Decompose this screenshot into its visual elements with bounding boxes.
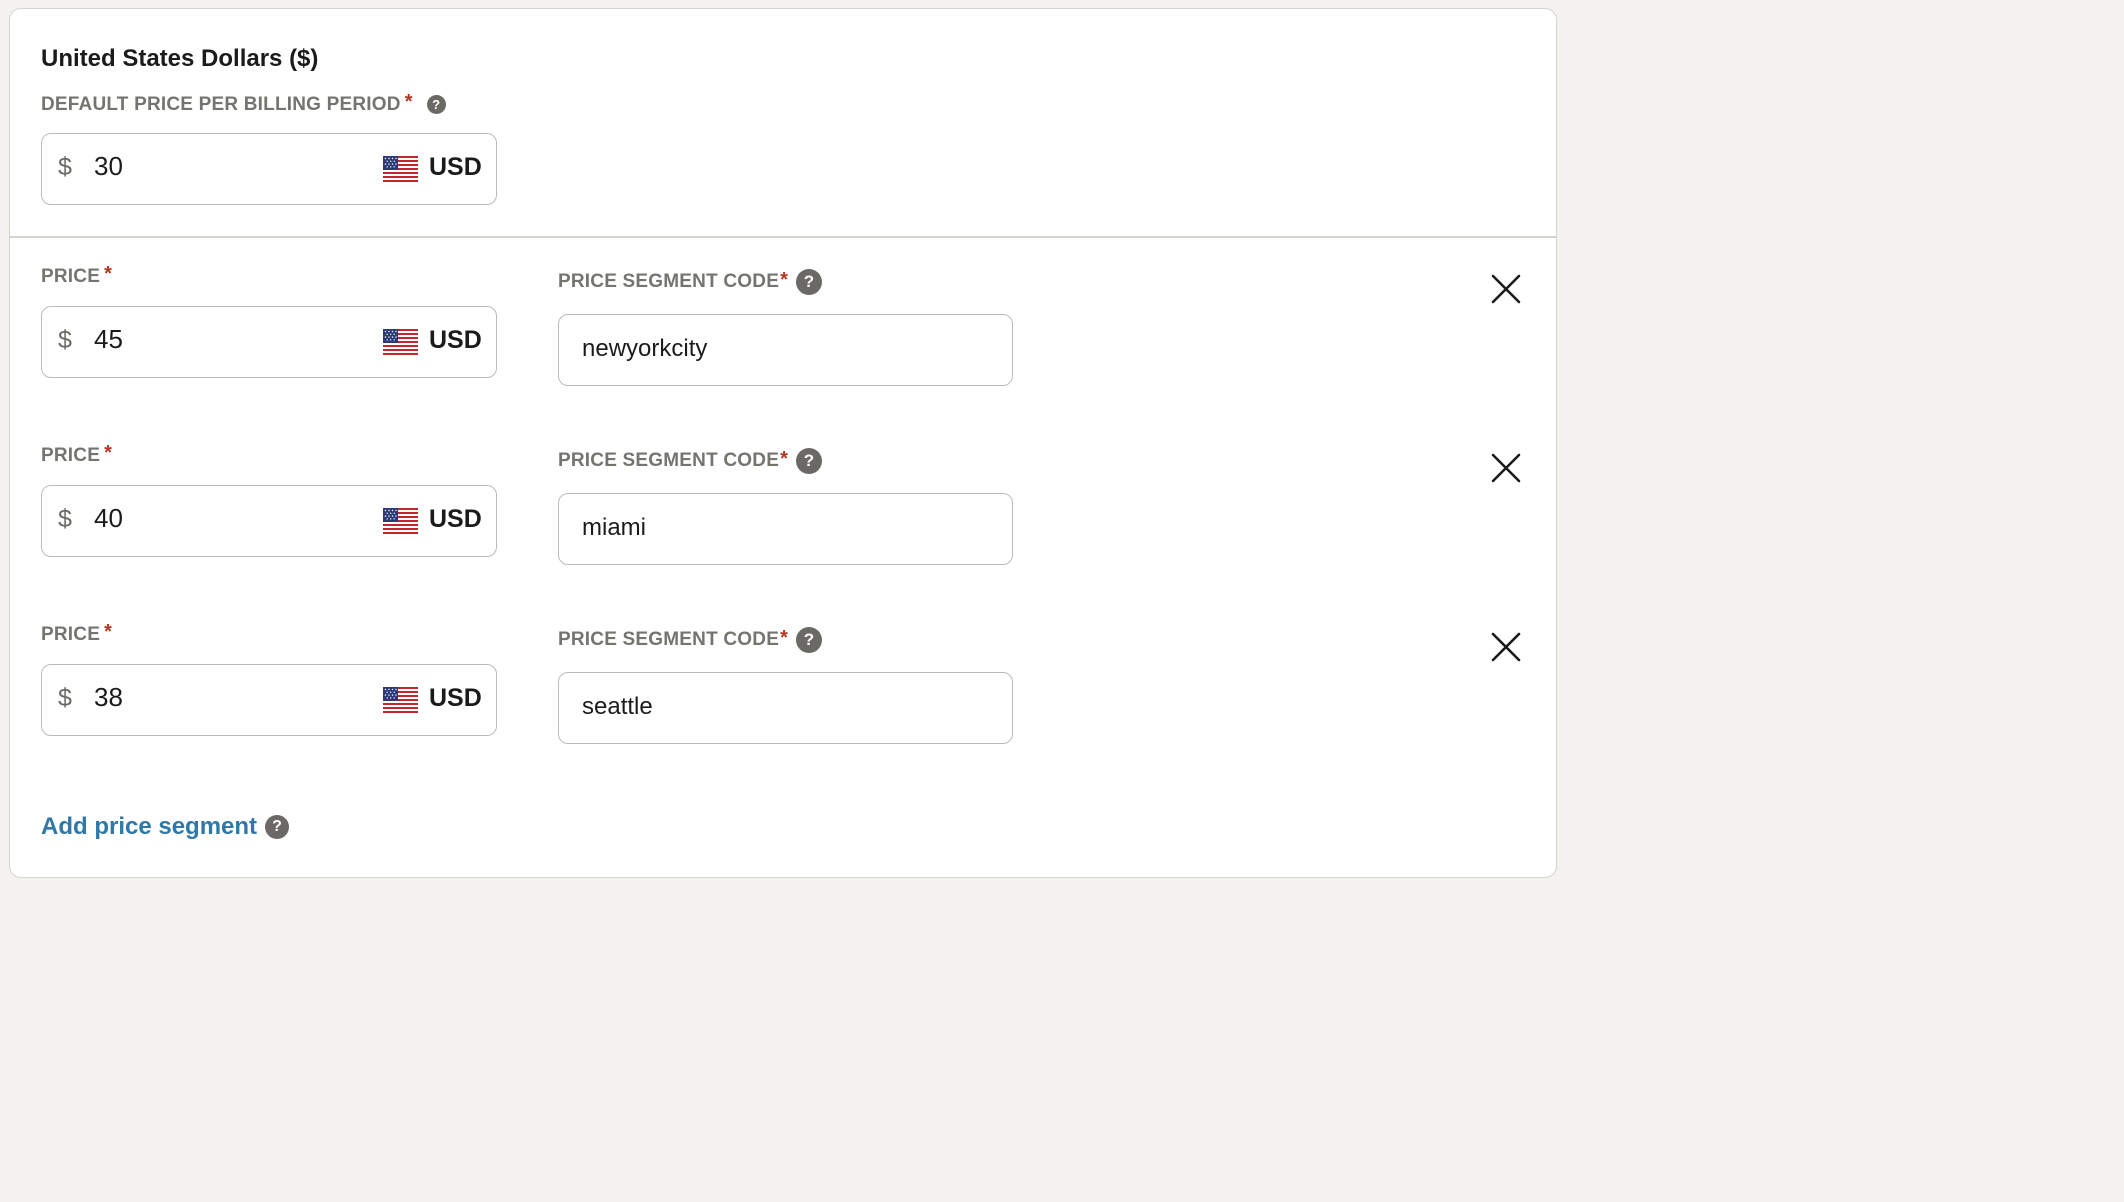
- segment-price-field[interactable]: $ USD: [41, 664, 497, 736]
- close-icon[interactable]: [1490, 273, 1522, 305]
- segment-price-field[interactable]: $ USD: [41, 306, 497, 378]
- segment-code-label: PRICE SEGMENT CODE * ?: [558, 626, 823, 653]
- default-price-input[interactable]: [94, 151, 354, 182]
- us-flag-icon: [383, 687, 418, 713]
- segment-price-label: PRICE *: [41, 263, 113, 288]
- segment-code-field[interactable]: [558, 493, 1013, 565]
- close-icon[interactable]: [1490, 452, 1522, 484]
- help-icon[interactable]: ?: [796, 627, 823, 653]
- section-divider: [10, 236, 1556, 238]
- help-icon[interactable]: ?: [265, 815, 290, 839]
- segment-price-input[interactable]: [94, 682, 354, 713]
- segment-price-label: PRICE *: [41, 442, 113, 467]
- segment-code-input[interactable]: [582, 335, 982, 363]
- us-flag-icon: [383, 329, 418, 355]
- segment-price-input[interactable]: [94, 503, 354, 534]
- required-asterisk: *: [104, 263, 113, 285]
- currency-pricing-card: United States Dollars ($) DEFAULT PRICE …: [9, 8, 1557, 878]
- required-asterisk: *: [104, 442, 113, 464]
- segment-code-label: PRICE SEGMENT CODE * ?: [558, 447, 823, 474]
- dollar-sign: $: [58, 684, 72, 712]
- segment-price-label: PRICE *: [41, 621, 113, 646]
- segment-code-label-text: PRICE SEGMENT CODE: [558, 629, 780, 650]
- required-asterisk: *: [404, 91, 413, 113]
- add-price-segment-link[interactable]: Add price segment ?: [41, 813, 290, 841]
- required-asterisk: *: [780, 447, 789, 470]
- required-asterisk: *: [780, 268, 789, 291]
- default-price-label: DEFAULT PRICE PER BILLING PERIOD * ?: [41, 91, 446, 116]
- add-price-segment-label[interactable]: Add price segment: [41, 813, 257, 841]
- default-price-label-text: DEFAULT PRICE PER BILLING PERIOD: [41, 93, 401, 115]
- help-icon[interactable]: ?: [796, 448, 823, 474]
- price-label-text: PRICE: [41, 444, 101, 466]
- currency-code: USD: [429, 684, 482, 712]
- segment-code-label: PRICE SEGMENT CODE * ?: [558, 268, 823, 295]
- segment-price-input[interactable]: [94, 324, 354, 355]
- segment-code-label-text: PRICE SEGMENT CODE: [558, 271, 780, 292]
- help-icon[interactable]: ?: [426, 95, 446, 114]
- required-asterisk: *: [104, 621, 113, 643]
- currency-code: USD: [429, 153, 482, 181]
- price-label-text: PRICE: [41, 623, 101, 645]
- segment-code-field[interactable]: [558, 672, 1013, 744]
- dollar-sign: $: [58, 326, 72, 354]
- segment-code-input[interactable]: [582, 514, 982, 542]
- us-flag-icon: [383, 156, 418, 182]
- price-label-text: PRICE: [41, 265, 101, 287]
- close-icon[interactable]: [1490, 631, 1522, 663]
- segment-price-field[interactable]: $ USD: [41, 485, 497, 557]
- currency-code: USD: [429, 505, 482, 533]
- dollar-sign: $: [58, 153, 72, 181]
- default-price-field[interactable]: $ USD: [41, 133, 497, 205]
- segment-code-label-text: PRICE SEGMENT CODE: [558, 450, 780, 471]
- section-title: United States Dollars ($): [41, 45, 319, 72]
- us-flag-icon: [383, 508, 418, 534]
- dollar-sign: $: [58, 505, 72, 533]
- segment-code-field[interactable]: [558, 314, 1013, 386]
- required-asterisk: *: [780, 626, 789, 649]
- help-icon[interactable]: ?: [796, 269, 823, 295]
- segment-code-input[interactable]: [582, 693, 982, 721]
- currency-code: USD: [429, 326, 482, 354]
